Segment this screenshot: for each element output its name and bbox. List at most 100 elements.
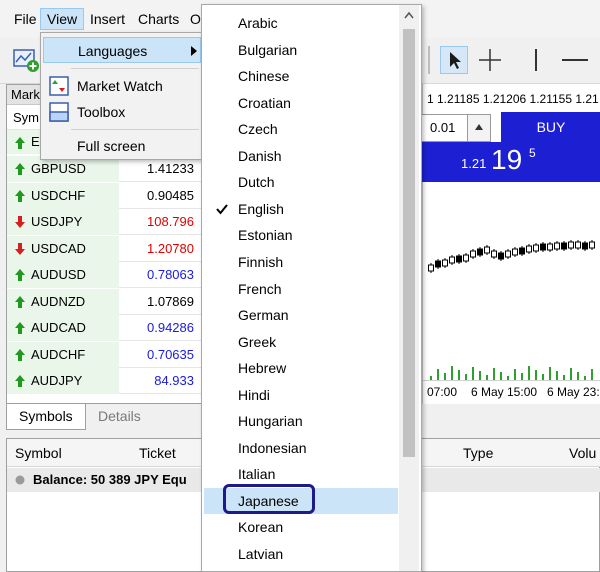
language-label: Danish [238, 147, 282, 164]
language-item-croatian[interactable]: Croatian [204, 90, 398, 116]
table-row[interactable]: AUDNZD 1.07869 [7, 288, 202, 315]
crosshair-icon[interactable] [476, 46, 504, 74]
language-label: English [238, 200, 284, 217]
language-label: Arabic [238, 15, 278, 31]
candle-body [498, 252, 504, 260]
menu-item-label: Toolbox [77, 104, 126, 120]
symbol-price: 0.90485 [147, 187, 194, 203]
table-row[interactable]: AUDUSD 0.78063 [7, 262, 202, 288]
menu-view[interactable]: View [40, 8, 85, 30]
collapse-circle-icon[interactable] [15, 475, 25, 485]
scroll-up-icon[interactable] [404, 11, 414, 19]
symbol-name: USDCHF [31, 187, 86, 203]
language-item-hindi[interactable]: Hindi [204, 382, 398, 408]
language-label: Finnish [238, 253, 284, 270]
arrow-down-icon [15, 242, 25, 255]
language-label: Chinese [238, 68, 290, 85]
symbol-price: 0.94286 [147, 320, 194, 335]
language-label: Czech [238, 121, 278, 138]
column-volume[interactable]: Volu [569, 445, 596, 461]
language-item-greek[interactable]: Greek [204, 329, 398, 355]
time-label: 6 May 15:00 [471, 385, 538, 399]
table-row[interactable]: AUDJPY 84.933 [7, 368, 202, 394]
checkmark-icon [216, 204, 228, 215]
candle-body [554, 242, 560, 250]
buy-button[interactable]: BUY [501, 112, 600, 142]
candle-body [561, 242, 567, 250]
symbol-name: AUDCAD [31, 320, 86, 335]
lot-increase-button[interactable] [467, 114, 491, 142]
table-row[interactable]: AUDCHF 0.70635 [7, 341, 202, 368]
language-item-arabic[interactable]: Arabic [204, 10, 398, 36]
toolbar-divider [428, 46, 430, 74]
candle-body [477, 248, 483, 256]
language-item-hebrew[interactable]: Hebrew [204, 355, 398, 381]
language-item-estonian[interactable]: Estonian [204, 222, 398, 248]
price-axis-labels: 1 1.21185 1.21206 1.21155 1.21 [427, 92, 599, 106]
language-item-bulgarian[interactable]: Bulgarian [204, 37, 398, 63]
language-label: Bulgarian [238, 41, 298, 58]
table-row[interactable]: USDJPY 108.796 [7, 209, 202, 235]
language-item-danish[interactable]: Danish [204, 143, 398, 169]
time-label: 6 May 23:0 [547, 385, 600, 399]
column-type[interactable]: Type [463, 445, 493, 461]
column-symbol[interactable]: Symbol [15, 445, 62, 461]
candle-body [540, 243, 546, 251]
tab-symbols[interactable]: Symbols [6, 404, 86, 430]
language-item-french[interactable]: French [204, 276, 398, 302]
language-item-finnish[interactable]: Finnish [204, 249, 398, 275]
buy-price-big: 19 [491, 144, 523, 175]
symbol-name: GBPUSD [31, 161, 86, 176]
horizontal-line-icon[interactable] [558, 46, 592, 74]
candle-body [442, 259, 448, 267]
language-item-english[interactable]: English [204, 196, 398, 222]
balance-text: Balance: 50 389 JPY Equ [33, 472, 187, 487]
scrollbar-thumb[interactable] [403, 29, 415, 457]
language-item-latvian[interactable]: Latvian [204, 541, 398, 567]
arrow-up-icon [15, 375, 25, 387]
submenu-arrow-icon [191, 46, 197, 56]
menu-charts[interactable]: Charts [132, 8, 185, 30]
menu-item-market-watch[interactable]: Market Watch [43, 73, 201, 99]
language-label: Indonesian [238, 439, 307, 456]
menu-insert[interactable]: Insert [84, 8, 131, 30]
chart-area[interactable]: 1 1.21185 1.21206 1.21155 1.21 0.01 BUY … [403, 84, 600, 404]
languages-submenu: Arabic Bulgarian Chinese Croatian Czech Danis… [201, 4, 422, 572]
table-row[interactable]: USDCAD 1.20780 [7, 235, 202, 262]
language-item-chinese[interactable]: Chinese [204, 63, 398, 89]
language-item-indonesian[interactable]: Indonesian [204, 435, 398, 461]
highlight-ring [223, 483, 315, 514]
candle-body [470, 250, 476, 258]
column-ticket[interactable]: Ticket [139, 445, 176, 461]
candle-body [533, 244, 539, 252]
time-label: 07:00 [427, 385, 458, 399]
table-row[interactable]: USDCHF 0.90485 [7, 182, 202, 209]
language-item-czech[interactable]: Czech [204, 116, 398, 142]
menu-item-languages[interactable]: Languages [43, 37, 201, 63]
candle-body [456, 255, 462, 263]
candlestick-chart [428, 240, 595, 380]
language-item-japanese[interactable]: Japanese [204, 483, 398, 514]
language-item-korean[interactable]: Korean [204, 514, 398, 540]
menu-file[interactable]: File [8, 8, 43, 30]
vertical-line-icon[interactable] [522, 46, 550, 74]
arrow-up-icon [15, 137, 25, 149]
menu-item-toolbox[interactable]: Toolbox [43, 99, 201, 125]
menu-item-full-screen[interactable]: Full screen [43, 133, 201, 159]
candle-body [526, 245, 532, 253]
cursor-tool-icon[interactable] [440, 46, 468, 74]
symbol-name: USDJPY [31, 214, 83, 229]
buy-price-panel[interactable]: 1.21 19 5 [407, 142, 600, 182]
market-watch-tabs: Symbols Details [6, 404, 202, 432]
language-item-dutch[interactable]: Dutch [204, 169, 398, 195]
new-chart-icon[interactable] [12, 46, 40, 74]
symbol-name: AUDJPY [31, 373, 83, 388]
language-item-hungarian[interactable]: Hungarian [204, 408, 398, 434]
tab-details[interactable]: Details [86, 404, 153, 430]
symbol-name: AUDUSD [31, 267, 86, 282]
table-row[interactable]: AUDCAD 0.94286 [7, 315, 202, 341]
menu-item-label: Market Watch [77, 78, 163, 94]
candle-body [463, 254, 469, 262]
submenu-scrollbar[interactable] [399, 5, 419, 571]
language-item-german[interactable]: German [204, 302, 398, 328]
